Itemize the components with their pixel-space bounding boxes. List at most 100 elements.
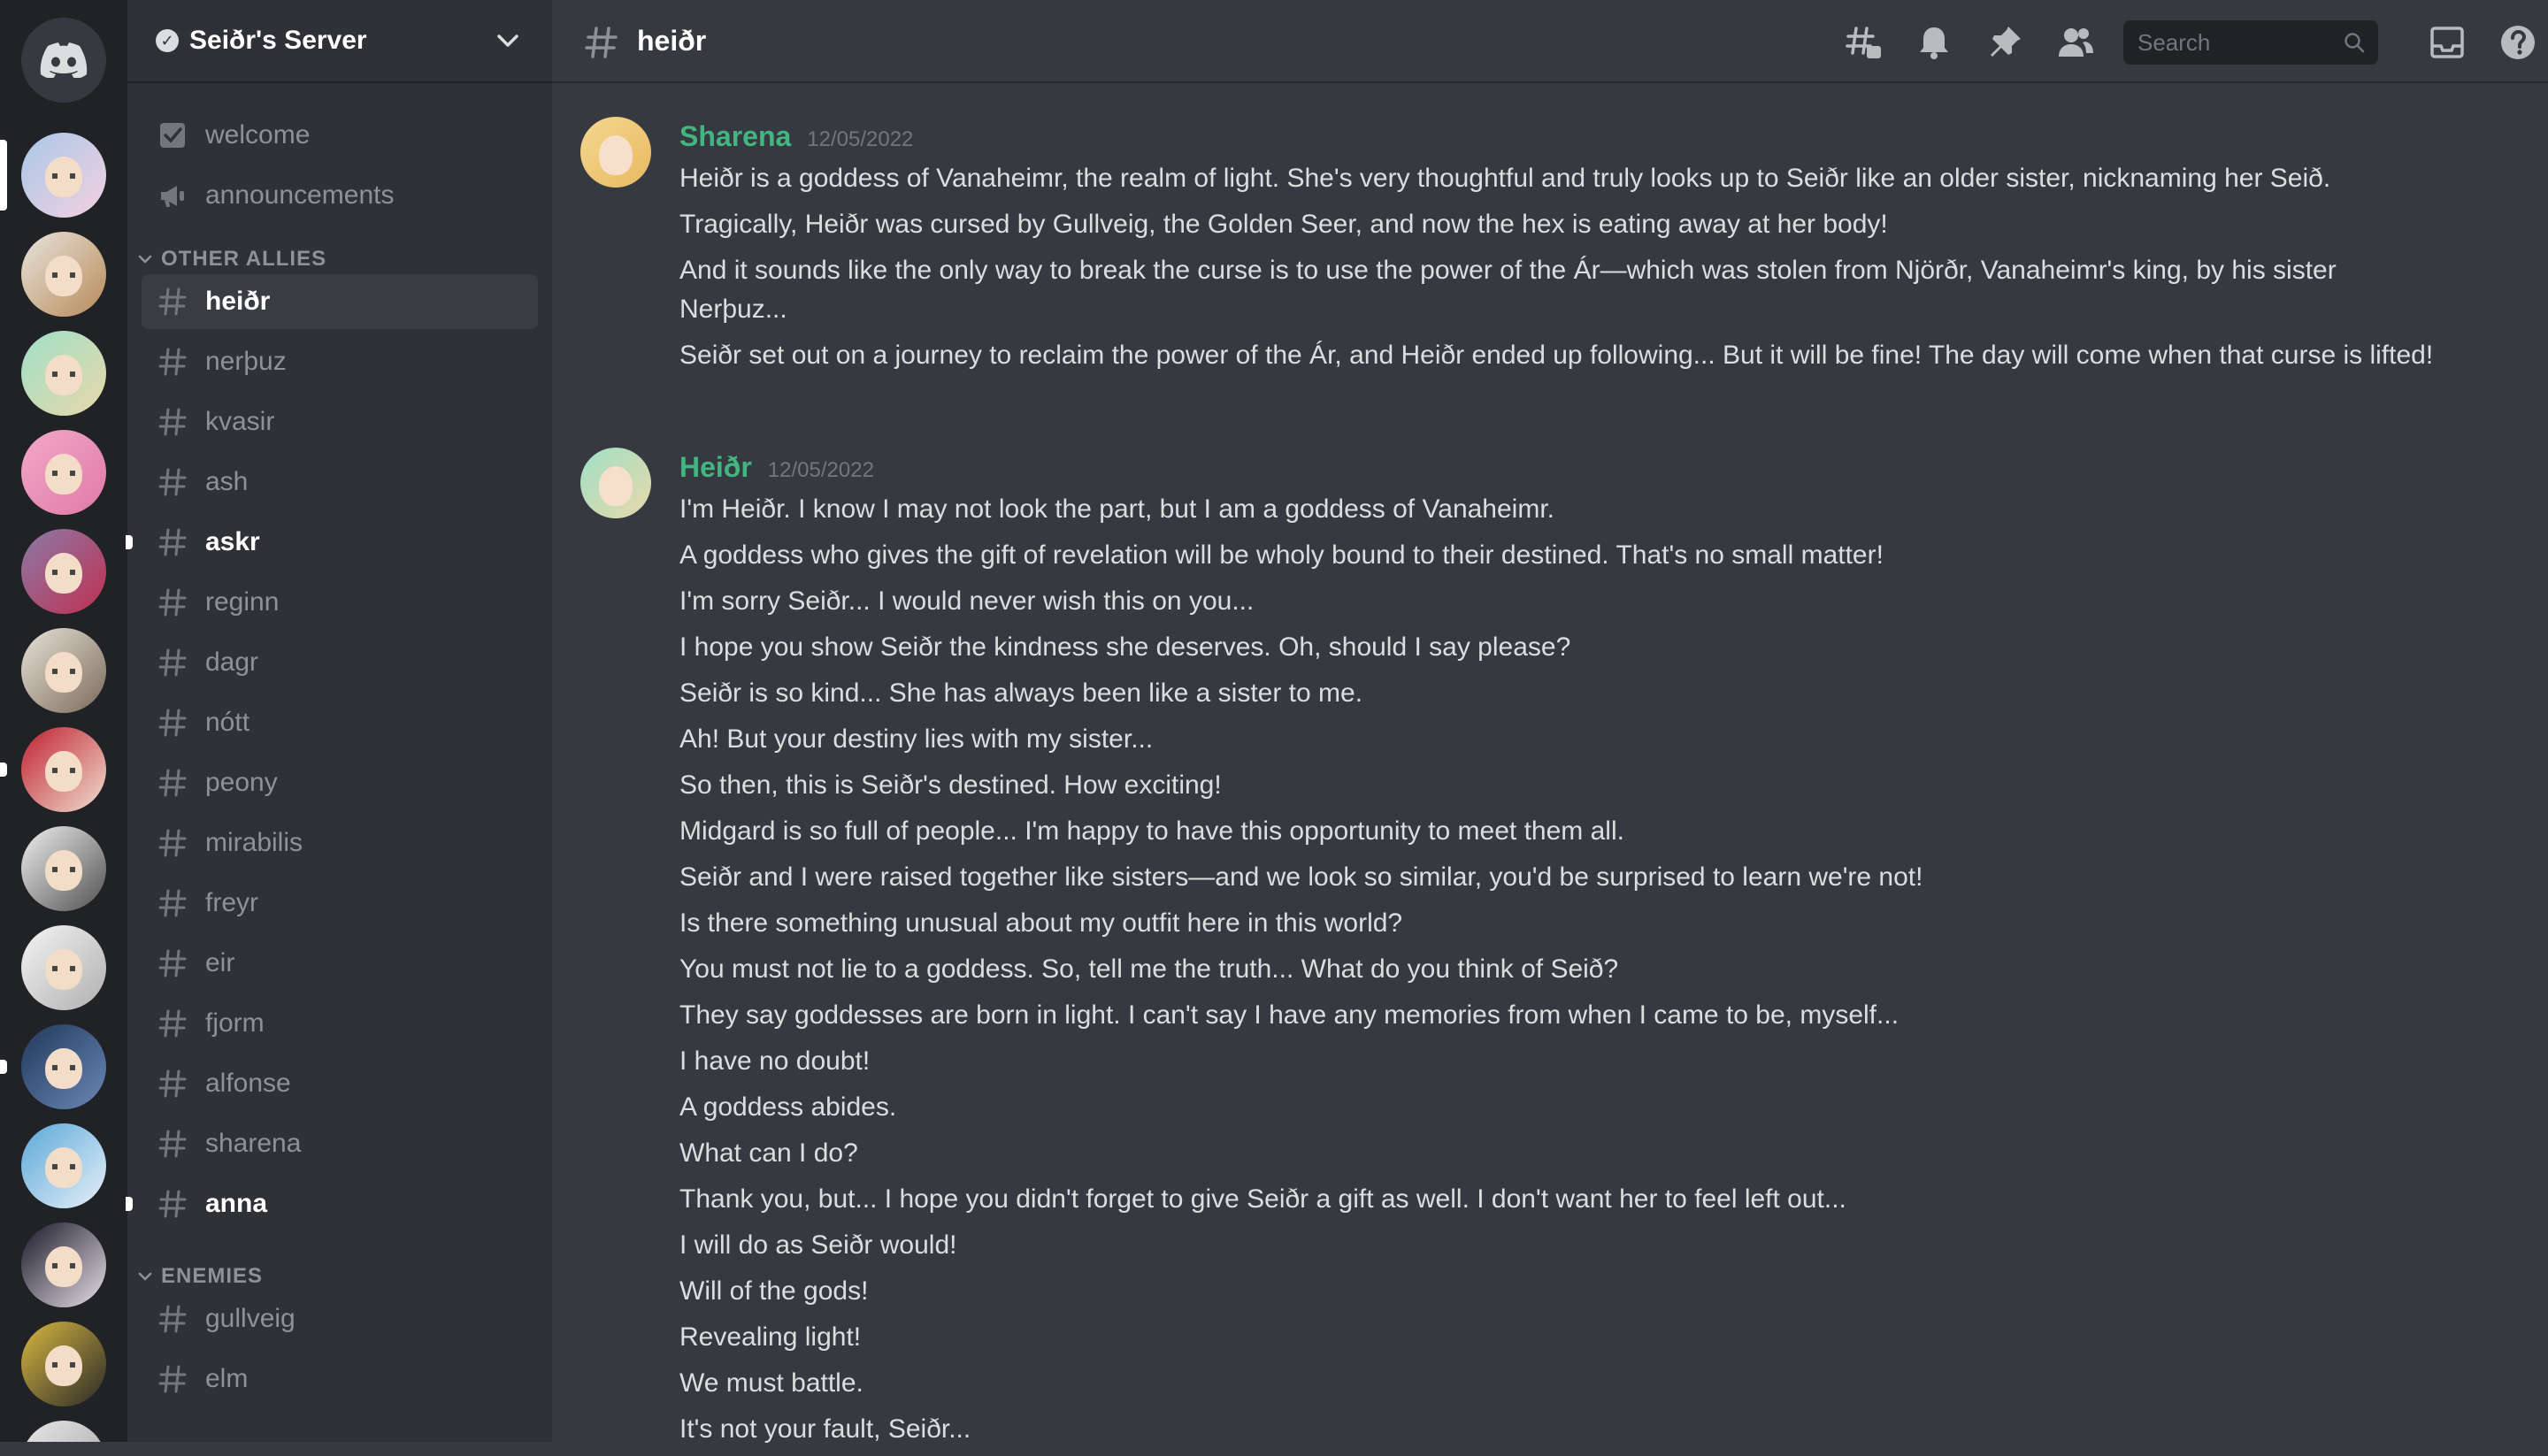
message-line[interactable]: So then, this is Seiðr's destined. How e… bbox=[679, 766, 2440, 805]
message-line[interactable]: I have no doubt! bbox=[679, 1042, 2440, 1081]
channel-askr[interactable]: askr bbox=[126, 515, 538, 570]
search-box[interactable] bbox=[2123, 20, 2378, 65]
message-line[interactable]: Midgard is so full of people... I'm happ… bbox=[679, 812, 2440, 851]
category-header[interactable]: OTHER ALLIES bbox=[136, 246, 326, 272]
channel-alfonse[interactable]: alfonse bbox=[142, 1056, 538, 1111]
megaphone-icon bbox=[161, 186, 184, 207]
chevron-down-icon[interactable] bbox=[494, 27, 522, 55]
channel-name: reginn bbox=[205, 587, 280, 617]
avatar[interactable] bbox=[580, 448, 651, 518]
server-icon[interactable] bbox=[21, 1024, 106, 1109]
hash-icon bbox=[158, 1069, 187, 1098]
help-icon[interactable] bbox=[2498, 23, 2537, 62]
server-icon[interactable] bbox=[21, 727, 106, 812]
message-line[interactable]: Revealing light! bbox=[679, 1318, 2440, 1357]
message-line[interactable]: A goddess who gives the gift of revelati… bbox=[679, 536, 2440, 575]
channel-peony[interactable]: peony bbox=[142, 755, 538, 810]
bell-icon[interactable] bbox=[1915, 23, 1953, 62]
server-icon[interactable] bbox=[21, 1123, 106, 1208]
channel-ash[interactable]: ash bbox=[142, 455, 538, 510]
server-icon[interactable] bbox=[21, 1222, 106, 1307]
author-name[interactable]: Sharena bbox=[679, 120, 791, 153]
message-line[interactable]: A goddess abides. bbox=[679, 1088, 2440, 1127]
server-rail bbox=[0, 0, 127, 1442]
channel-nerþuz[interactable]: nerþuz bbox=[142, 334, 538, 389]
channel-sharena[interactable]: sharena bbox=[142, 1116, 538, 1171]
discord-logo-icon bbox=[40, 42, 88, 78]
selected-server-indicator bbox=[0, 140, 7, 211]
hash-icon bbox=[158, 588, 187, 617]
channel-name: mirabilis bbox=[205, 828, 303, 857]
timestamp: 12/05/2022 bbox=[807, 127, 914, 151]
hash-icon bbox=[158, 1190, 187, 1218]
message-line[interactable]: Heiðr is a goddess of Vanaheimr, the rea… bbox=[679, 159, 2440, 198]
message-line[interactable]: What can I do? bbox=[679, 1134, 2440, 1173]
unread-indicator bbox=[126, 1197, 133, 1211]
channel-mirabilis[interactable]: mirabilis bbox=[142, 816, 538, 870]
server-icon[interactable] bbox=[21, 331, 106, 416]
message-line[interactable]: I'm Heiðr. I know I may not look the par… bbox=[679, 490, 2440, 529]
message-line[interactable]: Is there something unusual about my outf… bbox=[679, 904, 2440, 943]
message-line[interactable]: Seiðr and I were raised together like si… bbox=[679, 858, 2440, 897]
category-name: ENEMIES bbox=[161, 1264, 264, 1288]
channel-freyr[interactable]: freyr bbox=[142, 876, 538, 931]
avatar[interactable] bbox=[580, 117, 651, 188]
server-icon[interactable] bbox=[21, 529, 106, 614]
channel-reginn[interactable]: reginn bbox=[142, 575, 538, 630]
message-line[interactable]: They say goddesses are born in light. I … bbox=[679, 996, 2440, 1035]
channel-gullveig[interactable]: gullveig bbox=[142, 1291, 538, 1346]
author-name[interactable]: Heiðr bbox=[679, 451, 752, 484]
hash-icon bbox=[158, 709, 187, 737]
message-line[interactable]: It's not your fault, Seiðr... bbox=[679, 1410, 2440, 1449]
channel-heiðr[interactable]: heiðr bbox=[142, 274, 538, 329]
message-line[interactable]: Thank you, but... I hope you didn't forg… bbox=[679, 1180, 2440, 1219]
server-icon[interactable] bbox=[21, 628, 106, 713]
message-line[interactable]: I'm sorry Seiðr... I would never wish th… bbox=[679, 582, 2440, 621]
server-icon[interactable] bbox=[21, 925, 106, 1010]
channel-elm[interactable]: elm bbox=[142, 1352, 538, 1406]
message-line[interactable]: I hope you show Seiðr the kindness she d… bbox=[679, 628, 2440, 667]
message-line[interactable]: Ah! But your destiny lies with my sister… bbox=[679, 720, 2440, 759]
channel-topbar: heiðr bbox=[552, 0, 2548, 83]
channel-announcements[interactable]: announcements bbox=[142, 168, 538, 223]
server-icon[interactable] bbox=[21, 232, 106, 317]
channel-name: fjorm bbox=[205, 1008, 265, 1038]
message-line[interactable]: Seiðr set out on a journey to reclaim th… bbox=[679, 336, 2440, 375]
discord-home-button[interactable] bbox=[21, 18, 106, 103]
channel-dagr[interactable]: dagr bbox=[142, 635, 538, 690]
hash-icon bbox=[158, 408, 187, 436]
message-line[interactable]: You must not lie to a goddess. So, tell … bbox=[679, 950, 2440, 989]
threads-icon[interactable] bbox=[1844, 23, 1883, 62]
hash-icon bbox=[158, 769, 187, 797]
channel-welcome[interactable]: welcome bbox=[142, 108, 538, 163]
server-icon[interactable] bbox=[21, 1322, 106, 1406]
channel-anna[interactable]: anna bbox=[126, 1176, 538, 1231]
channel-name: nótt bbox=[205, 708, 250, 737]
channel-fjorm[interactable]: fjorm bbox=[142, 996, 538, 1051]
channel-name: ash bbox=[205, 467, 249, 496]
members-icon[interactable] bbox=[2056, 23, 2095, 62]
message-line[interactable]: Seiðr is so kind... She has always been … bbox=[679, 674, 2440, 713]
message-line[interactable]: Tragically, Heiðr was cursed by Gullveig… bbox=[679, 205, 2440, 244]
category-header[interactable]: ENEMIES bbox=[136, 1263, 263, 1290]
search-input[interactable] bbox=[2136, 27, 2334, 57]
server-icon[interactable] bbox=[21, 133, 106, 218]
channel-nótt[interactable]: nótt bbox=[142, 695, 538, 750]
inbox-icon[interactable] bbox=[2428, 23, 2467, 62]
message-line[interactable]: I will do as Seiðr would! bbox=[679, 1226, 2440, 1265]
server-icon[interactable] bbox=[21, 430, 106, 515]
channel-name: anna bbox=[205, 1189, 268, 1218]
channel-name: heiðr bbox=[205, 287, 271, 316]
server-icon[interactable] bbox=[21, 826, 106, 911]
channel-name: welcome bbox=[205, 120, 311, 149]
server-name: Seiðr's Server bbox=[189, 26, 367, 55]
message-line[interactable]: Will of the gods! bbox=[679, 1272, 2440, 1311]
server-icon[interactable] bbox=[21, 1421, 106, 1442]
channel-kvasir[interactable]: kvasir bbox=[142, 395, 538, 449]
message-line[interactable]: We must battle. bbox=[679, 1364, 2440, 1403]
channel-eir[interactable]: eir bbox=[142, 936, 538, 991]
channel-name: alfonse bbox=[205, 1069, 291, 1098]
server-header[interactable]: ✓ Seiðr's Server bbox=[127, 0, 552, 83]
message-line[interactable]: And it sounds like the only way to break… bbox=[679, 251, 2440, 329]
pin-icon[interactable] bbox=[1985, 23, 2024, 62]
